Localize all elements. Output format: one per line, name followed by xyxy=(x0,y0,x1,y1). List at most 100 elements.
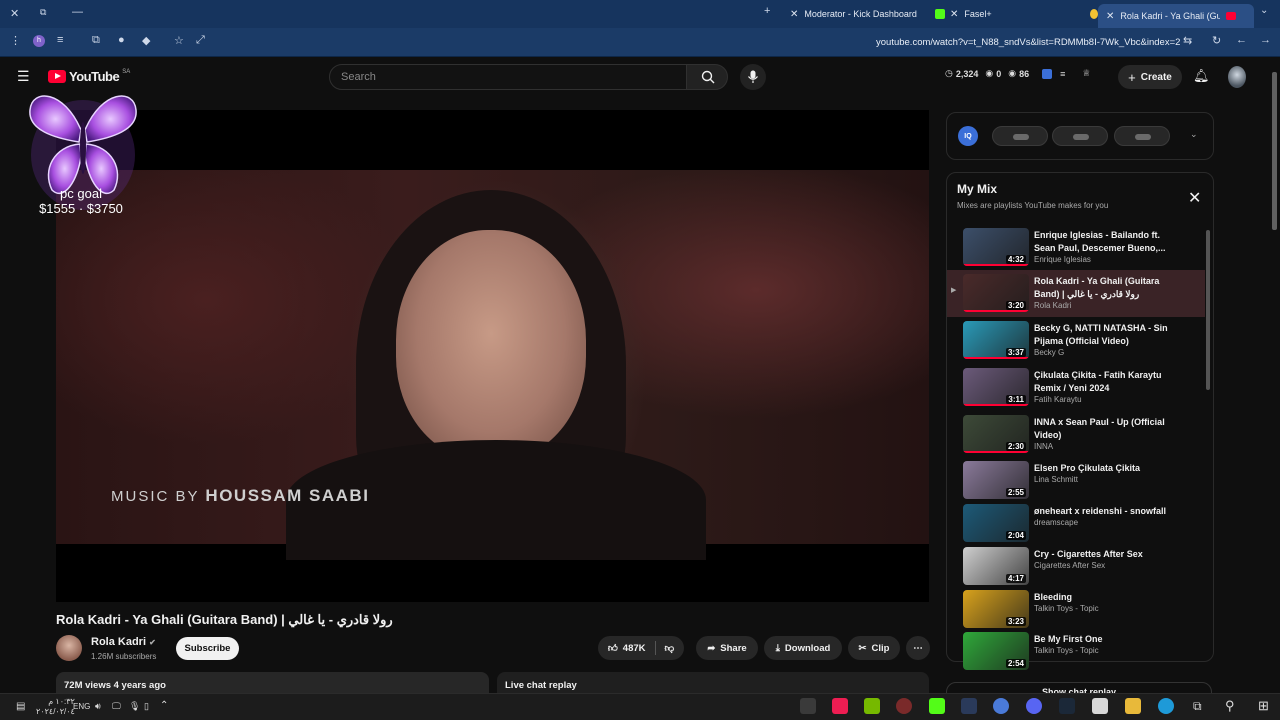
share-page-icon[interactable]: ⤢ xyxy=(196,34,205,47)
video-thumbnail[interactable]: 2:54 xyxy=(963,632,1029,670)
notification-center-icon[interactable]: ▤ xyxy=(16,701,25,712)
microphone-icon[interactable]: 🎙︎ xyxy=(129,701,140,712)
taskbar-clock[interactable]: ١٠:٣٢ م ٢٠٢٤/٠٢/٠٤ xyxy=(36,697,75,717)
search-icon[interactable]: ⚲ xyxy=(1225,698,1235,714)
channel-name[interactable]: Rola Kadri ✔ xyxy=(91,636,156,648)
sidebar-icon[interactable]: ≡ xyxy=(57,34,63,46)
discord-icon[interactable] xyxy=(1026,698,1042,714)
tab-fasel[interactable]: ✕ Fasel+ xyxy=(942,4,1106,24)
playlist-item[interactable]: 3:11 Çikulata Çikita - Fatih Karaytu Remi… xyxy=(947,364,1205,411)
chevron-down-icon[interactable]: ⌄ xyxy=(1260,5,1268,16)
volume-icon[interactable]: 🔊︎ xyxy=(95,701,101,712)
restore-icon[interactable]: ⧉ xyxy=(40,7,46,18)
battery-icon[interactable]: ▯ xyxy=(144,701,149,712)
url-field[interactable]: youtube.com/watch?v=t_N88_sndVs&list=RDM… xyxy=(876,37,1180,48)
playlist-scrollbar[interactable] xyxy=(1206,230,1210,390)
menu-dots-icon[interactable]: ⋮ xyxy=(10,34,21,47)
browser-icon[interactable] xyxy=(993,698,1009,714)
extension-icon[interactable]: ◆ xyxy=(142,34,150,47)
tray-overflow-icon[interactable]: ⌃ xyxy=(160,700,168,711)
channel-avatar[interactable] xyxy=(56,635,82,661)
download-button[interactable]: ⤓ Download xyxy=(764,636,842,660)
steam-icon[interactable] xyxy=(1059,698,1075,714)
playlist-item[interactable]: 4:17 Cry - Cigarettes After Sex Cigarettes… xyxy=(947,543,1205,586)
share-button[interactable]: ➦ Share xyxy=(696,636,758,660)
trophy-icon[interactable]: ♕ xyxy=(1082,68,1090,79)
playlist-item[interactable]: 4:32 Enrique Iglesias - Bailando ft. Sean… xyxy=(947,224,1205,270)
start-menu-icon[interactable]: ⊞ xyxy=(1258,698,1269,714)
playlist-item[interactable]: 3:23 Bleeding Talkin Toys - Topic xyxy=(947,586,1205,628)
voice-search-button[interactable] xyxy=(740,64,766,90)
forward-icon[interactable]: → xyxy=(1260,34,1271,46)
clock-date: ٢٠٢٤/٠٢/٠٤ xyxy=(36,707,75,716)
tab-close-icon[interactable]: ✕ xyxy=(1106,11,1114,22)
language-indicator[interactable]: ENG xyxy=(73,702,90,711)
extension-pill[interactable] xyxy=(992,126,1048,146)
close-icon[interactable]: ✕ xyxy=(10,7,19,20)
star-icon[interactable]: ☆ xyxy=(174,34,184,47)
video-thumbnail[interactable]: 2:04 xyxy=(963,504,1029,542)
back-icon[interactable]: ← xyxy=(1236,34,1247,46)
video-title: Rola Kadri - Ya Ghali (Guitara Band) | ر… xyxy=(56,612,393,627)
dislike-button[interactable]: 👎︎ xyxy=(665,642,675,654)
close-icon[interactable]: ✕ xyxy=(1188,188,1201,208)
network-icon[interactable]: 🖵 xyxy=(112,701,121,712)
profile-icon[interactable]: h xyxy=(33,35,45,47)
list-icon[interactable]: ≡ xyxy=(1060,69,1065,79)
create-button[interactable]: + Create xyxy=(1118,65,1182,89)
video-thumbnail[interactable]: 3:20 xyxy=(963,274,1029,312)
video-thumbnail[interactable]: 3:11 xyxy=(963,368,1029,406)
kick-icon[interactable] xyxy=(929,698,945,714)
edge-icon[interactable] xyxy=(1158,698,1174,714)
extension-badge-icon[interactable] xyxy=(1042,68,1053,79)
chevron-down-icon[interactable]: ⌄ xyxy=(1190,129,1198,140)
search-button[interactable] xyxy=(686,64,728,90)
nvidia-icon[interactable] xyxy=(864,698,880,714)
like-button[interactable]: 👍︎ 487K xyxy=(608,642,646,655)
task-view-icon[interactable]: ⧉ xyxy=(1193,699,1202,714)
file-explorer-icon[interactable] xyxy=(1125,698,1141,714)
obs-icon[interactable] xyxy=(896,698,912,714)
store-icon[interactable] xyxy=(1092,698,1108,714)
tiktok-icon[interactable] xyxy=(832,698,848,714)
translate-icon[interactable]: ⇆ xyxy=(1183,34,1192,47)
subscribe-button[interactable]: Subscribe xyxy=(176,637,239,660)
minimize-icon[interactable]: — xyxy=(72,6,83,18)
extension-stats: ◷ 2,324 ◉ 0 ◉ 86 ≡ ♕ xyxy=(945,68,1090,79)
notifications-bell-icon[interactable]: 🔔︎ xyxy=(1193,68,1210,84)
video-thumbnail[interactable]: 4:17 xyxy=(963,547,1029,585)
playlist-item[interactable]: 3:37 Becky G, NATTI NATASHA - Sin Pijama … xyxy=(947,317,1205,364)
terminal-icon[interactable] xyxy=(961,698,977,714)
video-thumbnail[interactable]: 3:23 xyxy=(963,590,1029,628)
search-input[interactable]: Search xyxy=(329,64,687,90)
playlist-item-title: INNA x Sean Paul - Up (Official Video) xyxy=(1034,417,1165,440)
playlist-item[interactable]: 2:04 øneheart x reidenshi - snowfall dream… xyxy=(947,500,1205,543)
clip-button[interactable]: ✂ Clip xyxy=(848,636,900,660)
page-scrollbar[interactable] xyxy=(1272,72,1277,230)
playlist-item[interactable]: 2:54 Be My First One Talkin Toys - Topic xyxy=(947,628,1205,670)
playlist-item[interactable]: 2:30 INNA x Sean Paul - Up (Official Vide… xyxy=(947,411,1205,457)
donation-goal: pc goal $1555 · $3750 xyxy=(20,186,142,216)
playlist-item-channel: Enrique Iglesias xyxy=(1034,255,1091,264)
video-thumbnail[interactable]: 4:32 xyxy=(963,228,1029,266)
extension-icon[interactable]: ⧉ xyxy=(92,34,100,47)
extension-pill[interactable] xyxy=(1114,126,1170,146)
video-player[interactable]: MUSIC BY HOUSSAM SAABI xyxy=(56,110,929,602)
tab-youtube-active[interactable]: ✕ Rola Kadri - Ya Ghali (Guitar xyxy=(1098,4,1254,28)
video-thumbnail[interactable]: 3:37 xyxy=(963,321,1029,359)
app-icon[interactable] xyxy=(800,698,816,714)
account-avatar[interactable] xyxy=(1228,66,1246,88)
new-tab-icon[interactable]: + xyxy=(764,5,770,17)
more-actions-button[interactable]: ⋯ xyxy=(906,636,930,660)
tab-close-icon[interactable]: ✕ xyxy=(950,9,958,20)
video-thumbnail[interactable]: 2:55 xyxy=(963,461,1029,499)
playlist-item[interactable]: 2:55 Elsen Pro Çikulata Çikita Lina Schmit… xyxy=(947,457,1205,500)
iq-extension-icon[interactable]: IQ xyxy=(958,126,978,146)
extension-pill[interactable] xyxy=(1052,126,1108,146)
video-thumbnail[interactable]: 2:30 xyxy=(963,415,1029,453)
refresh-icon[interactable]: ↻ xyxy=(1212,34,1221,47)
tab-kick-dashboard[interactable]: ✕ Moderator - Kick Dashboard xyxy=(782,4,953,24)
playlist-item[interactable]: ▶ 3:20 Rola Kadri - Ya Ghali (Guitara Band… xyxy=(947,270,1205,317)
tab-close-icon[interactable]: ✕ xyxy=(790,9,798,20)
extension-icon[interactable]: ● xyxy=(118,34,125,46)
